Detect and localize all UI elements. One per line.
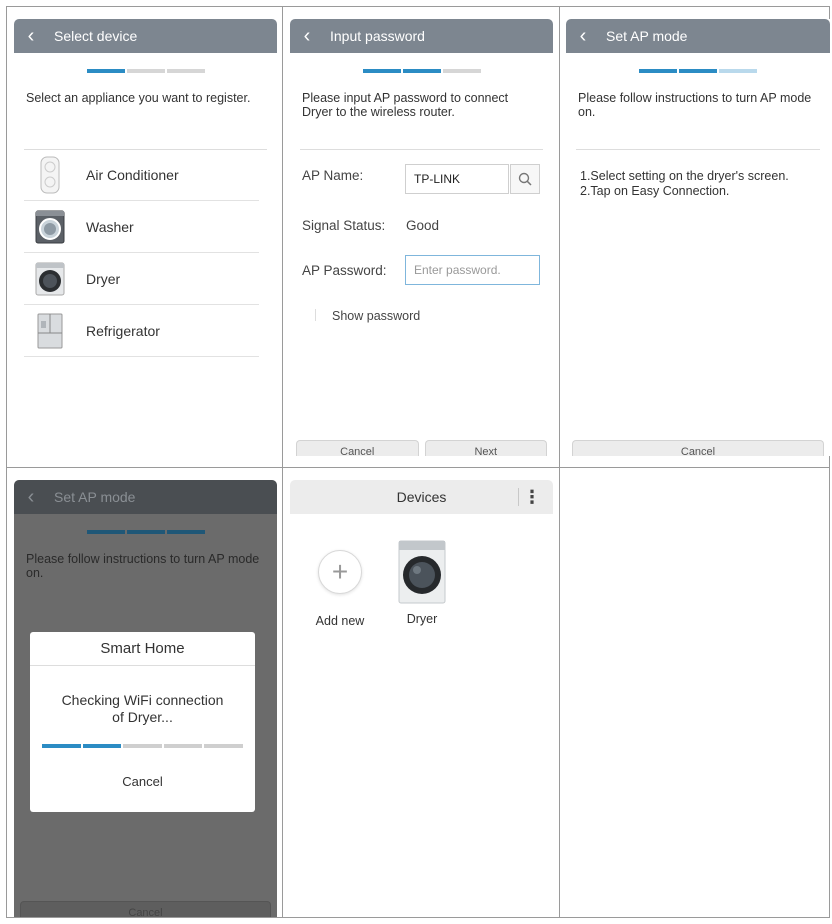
plus-icon: + bbox=[318, 550, 362, 594]
checking-connection-screen: ‹ Set AP mode Please follow instructions… bbox=[14, 480, 277, 917]
ap-password-label: AP Password: bbox=[302, 263, 387, 278]
list-item-label: Dryer bbox=[86, 270, 121, 287]
washer-icon bbox=[34, 208, 66, 246]
divider bbox=[576, 149, 820, 150]
cancel-button: Cancel bbox=[20, 901, 271, 917]
list-item-air-conditioner[interactable]: Air Conditioner bbox=[24, 149, 259, 201]
step-text: 2.Tap on Easy Connection. bbox=[580, 184, 730, 198]
dryer-icon bbox=[397, 540, 447, 604]
ap-password-field[interactable]: Enter password. bbox=[405, 255, 540, 285]
device-tile-dryer[interactable]: Dryer bbox=[394, 540, 450, 626]
screen-title: Set AP mode bbox=[54, 489, 136, 505]
progress-step bbox=[123, 744, 162, 748]
device-label: Dryer bbox=[406, 612, 438, 626]
ap-name-label: AP Name: bbox=[302, 168, 364, 183]
screen-title: Select device bbox=[54, 28, 138, 44]
list-item-label: Refrigerator bbox=[86, 322, 160, 339]
set-ap-mode-screen: ‹ Set AP mode Please follow instructions… bbox=[566, 19, 830, 456]
progress-step bbox=[82, 744, 122, 748]
progress-step bbox=[163, 744, 203, 748]
dialog-progress bbox=[42, 744, 243, 748]
back-icon[interactable]: ‹ bbox=[14, 19, 48, 53]
appliance-list: Air Conditioner Washer Dryer Refrigerato… bbox=[24, 149, 259, 357]
step-text: 1.Select setting on the dryer's screen. bbox=[580, 169, 789, 183]
search-button[interactable] bbox=[510, 164, 540, 194]
instruction-text: Select an appliance you want to register… bbox=[26, 91, 251, 105]
instruction-text: Please follow instructions to turn AP mo… bbox=[578, 91, 812, 119]
ap-mode-steps: 1.Select setting on the dryer's screen. … bbox=[580, 169, 822, 199]
step-progress bbox=[86, 69, 205, 73]
progress-step bbox=[86, 69, 125, 73]
progress-step bbox=[679, 69, 717, 73]
progress-step bbox=[362, 69, 401, 73]
bottom-buttons: Cancel bbox=[572, 440, 824, 456]
title-bar: ‹ Set AP mode bbox=[566, 19, 830, 53]
progress-step bbox=[42, 744, 81, 748]
list-item-label: Washer bbox=[86, 218, 134, 235]
list-item-dryer[interactable]: Dryer bbox=[24, 253, 259, 305]
show-password-label: Show password bbox=[332, 309, 421, 323]
back-icon: ‹ bbox=[27, 486, 35, 508]
cancel-button[interactable]: Cancel bbox=[572, 440, 824, 456]
select-device-screen: ‹ Select device Select an appliance you … bbox=[14, 19, 277, 456]
screen-title: Devices bbox=[396, 489, 447, 505]
instruction-text: Please input AP password to connect Drye… bbox=[302, 91, 509, 119]
dialog-message: Checking WiFi connection of Dryer... bbox=[61, 692, 224, 725]
grid-divider bbox=[282, 7, 283, 917]
input-password-screen: ‹ Input password Please input AP passwor… bbox=[290, 19, 553, 456]
signal-status-value: Good bbox=[406, 218, 440, 233]
grid-divider bbox=[7, 467, 829, 468]
dialog-title: Smart Home bbox=[30, 632, 255, 666]
devices-header: Devices ⋮ bbox=[290, 480, 553, 514]
progress-step bbox=[402, 69, 441, 73]
devices-screen: Devices ⋮ + Add new Dryer bbox=[290, 480, 553, 917]
dryer-icon bbox=[34, 260, 66, 298]
step-progress bbox=[86, 530, 205, 534]
progress-step bbox=[126, 530, 165, 534]
signal-status-label: Signal Status: bbox=[302, 218, 386, 233]
progress-step bbox=[166, 530, 205, 534]
cancel-button[interactable]: Cancel bbox=[296, 440, 419, 456]
screen-title: Input password bbox=[330, 28, 425, 44]
title-bar: ‹ Select device bbox=[14, 19, 277, 53]
refrigerator-icon bbox=[34, 312, 66, 350]
divider bbox=[300, 149, 543, 150]
add-new-label: Add new bbox=[315, 614, 365, 628]
smart-home-dialog: Smart Home Checking WiFi connection of D… bbox=[30, 632, 255, 812]
progress-step bbox=[204, 744, 243, 748]
progress-step bbox=[639, 69, 677, 73]
screen-title: Set AP mode bbox=[606, 28, 688, 44]
list-item-washer[interactable]: Washer bbox=[24, 201, 259, 253]
back-icon[interactable]: ‹ bbox=[566, 19, 600, 53]
instruction-text: Please follow instructions to turn AP mo… bbox=[26, 552, 260, 580]
title-bar: ‹ Input password bbox=[290, 19, 553, 53]
list-item-refrigerator[interactable]: Refrigerator bbox=[24, 305, 259, 357]
step-progress bbox=[639, 69, 757, 73]
back-icon[interactable]: ‹ bbox=[290, 19, 324, 53]
divider bbox=[518, 488, 519, 506]
grid-divider bbox=[559, 7, 560, 917]
progress-step bbox=[86, 530, 125, 534]
progress-step bbox=[126, 69, 165, 73]
search-icon bbox=[518, 172, 532, 186]
air-conditioner-icon bbox=[34, 156, 66, 194]
progress-step bbox=[719, 69, 757, 73]
step-progress bbox=[362, 69, 481, 73]
show-password-checkbox[interactable] bbox=[304, 309, 316, 321]
list-item-label: Air Conditioner bbox=[86, 166, 179, 183]
progress-step bbox=[442, 69, 481, 73]
more-options-icon[interactable]: ⋮ bbox=[523, 486, 541, 508]
title-bar: ‹ Set AP mode bbox=[14, 480, 277, 514]
bottom-buttons: Cancel bbox=[20, 901, 271, 917]
dialog-cancel-button[interactable]: Cancel bbox=[30, 774, 255, 789]
bottom-buttons: Cancel Next bbox=[296, 440, 547, 456]
progress-step bbox=[166, 69, 205, 73]
ap-name-field[interactable]: TP-LINK bbox=[405, 164, 509, 194]
next-button[interactable]: Next bbox=[424, 440, 547, 456]
add-new-tile[interactable]: + Add new bbox=[310, 550, 370, 628]
